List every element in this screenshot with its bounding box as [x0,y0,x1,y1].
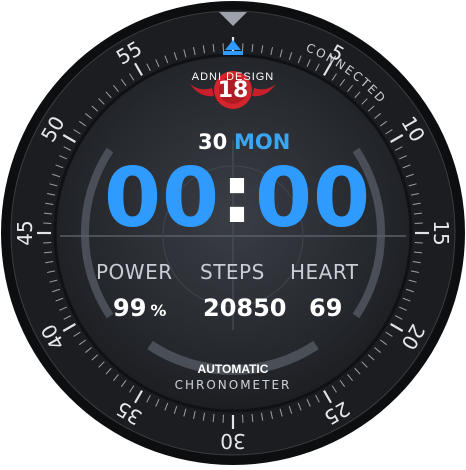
movement-line2: CHRONOMETER [0,379,466,391]
time-hours: 00 [104,158,220,240]
time-separator: : [221,155,253,235]
watch-face: 510152025303540455055 CONNECTED ADNI DES… [0,0,466,466]
brand-logo-number: 18 [0,80,466,102]
heart-label: HEART [290,262,359,282]
power-value: 99 [113,294,146,322]
power-label: POWER [96,262,173,282]
movement-line1: AUTOMATIC [0,363,466,375]
time-minutes: 00 [255,158,371,240]
power-value-group: 99% [113,296,166,320]
bezel-number: 30 [220,429,245,453]
bezel-number: 45 [13,220,37,245]
heart-value: 69 [309,296,342,320]
power-unit: % [150,301,166,320]
steps-value: 20850 [203,296,287,320]
steps-label: STEPS [200,262,265,282]
bezel-number: 15 [429,220,453,245]
